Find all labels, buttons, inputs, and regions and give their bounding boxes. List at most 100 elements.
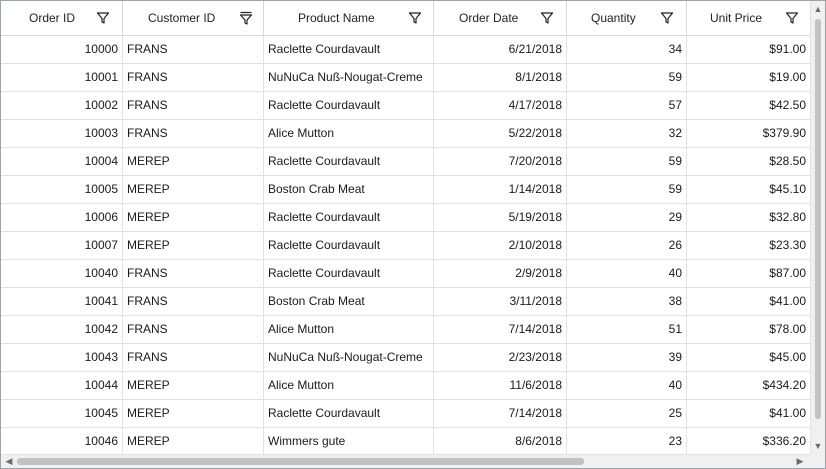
table-row[interactable]: 10004 MEREP Raclette Courdavault 7/20/2018 5… bbox=[1, 148, 810, 176]
cell-customer-id[interactable]: MEREP bbox=[123, 232, 264, 259]
cell-unit-price[interactable]: $87.00 bbox=[687, 260, 810, 287]
cell-customer-id[interactable]: MEREP bbox=[123, 148, 264, 175]
cell-quantity[interactable]: 38 bbox=[567, 288, 687, 315]
filter-funnel-icon[interactable] bbox=[660, 11, 674, 25]
cell-quantity[interactable]: 34 bbox=[567, 36, 687, 63]
table-row[interactable]: 10046 MEREP Wimmers gute 8/6/2018 23 $336.20 bbox=[1, 428, 810, 454]
column-header-quantity[interactable]: Quantity bbox=[567, 1, 687, 35]
cell-quantity[interactable]: 40 bbox=[567, 260, 687, 287]
column-header-product-name[interactable]: Product Name bbox=[264, 1, 434, 35]
cell-order-id[interactable]: 10007 bbox=[1, 232, 123, 259]
cell-customer-id[interactable]: FRANS bbox=[123, 64, 264, 91]
cell-product-name[interactable]: Alice Mutton bbox=[264, 372, 434, 399]
cell-order-id[interactable]: 10001 bbox=[1, 64, 123, 91]
column-header-order-date[interactable]: Order Date bbox=[434, 1, 567, 35]
cell-product-name[interactable]: Raclette Courdavault bbox=[264, 148, 434, 175]
cell-customer-id[interactable]: MEREP bbox=[123, 400, 264, 427]
cell-unit-price[interactable]: $78.00 bbox=[687, 316, 810, 343]
cell-customer-id[interactable]: FRANS bbox=[123, 288, 264, 315]
table-row[interactable]: 10001 FRANS NuNuCa Nuß-Nougat-Creme 8/1/201… bbox=[1, 64, 810, 92]
cell-unit-price[interactable]: $23.30 bbox=[687, 232, 810, 259]
cell-product-name[interactable]: Raclette Courdavault bbox=[264, 92, 434, 119]
cell-quantity[interactable]: 59 bbox=[567, 148, 687, 175]
cell-order-date[interactable]: 7/20/2018 bbox=[434, 148, 567, 175]
table-row[interactable]: 10005 MEREP Boston Crab Meat 1/14/2018 59 $45… bbox=[1, 176, 810, 204]
cell-order-id[interactable]: 10041 bbox=[1, 288, 123, 315]
cell-product-name[interactable]: NuNuCa Nuß-Nougat-Creme bbox=[264, 64, 434, 91]
cell-product-name[interactable]: Alice Mutton bbox=[264, 316, 434, 343]
cell-customer-id[interactable]: FRANS bbox=[123, 120, 264, 147]
cell-unit-price[interactable]: $45.10 bbox=[687, 176, 810, 203]
cell-customer-id[interactable]: MEREP bbox=[123, 372, 264, 399]
cell-order-id[interactable]: 10002 bbox=[1, 92, 123, 119]
filter-funnel-icon[interactable] bbox=[408, 11, 422, 25]
cell-customer-id[interactable]: MEREP bbox=[123, 428, 264, 454]
cell-unit-price[interactable]: $42.50 bbox=[687, 92, 810, 119]
cell-quantity[interactable]: 57 bbox=[567, 92, 687, 119]
vertical-scrollbar[interactable]: ▲ ▼ bbox=[810, 1, 825, 454]
cell-unit-price[interactable]: $336.20 bbox=[687, 428, 810, 454]
horizontal-scrollbar[interactable]: ◀ ▶ bbox=[1, 454, 810, 468]
cell-customer-id[interactable]: FRANS bbox=[123, 36, 264, 63]
table-row[interactable]: 10040 FRANS Raclette Courdavault 2/9/2018 40… bbox=[1, 260, 810, 288]
cell-order-date[interactable]: 5/19/2018 bbox=[434, 204, 567, 231]
cell-quantity[interactable]: 25 bbox=[567, 400, 687, 427]
cell-customer-id[interactable]: FRANS bbox=[123, 260, 264, 287]
cell-order-date[interactable]: 2/9/2018 bbox=[434, 260, 567, 287]
cell-order-id[interactable]: 10044 bbox=[1, 372, 123, 399]
cell-quantity[interactable]: 40 bbox=[567, 372, 687, 399]
cell-order-date[interactable]: 7/14/2018 bbox=[434, 400, 567, 427]
cell-order-date[interactable]: 1/14/2018 bbox=[434, 176, 567, 203]
scroll-down-arrow-icon[interactable]: ▼ bbox=[812, 441, 824, 451]
scroll-up-arrow-icon[interactable]: ▲ bbox=[812, 4, 824, 14]
column-header-customer-id[interactable]: Customer ID bbox=[123, 1, 264, 35]
cell-order-id[interactable]: 10000 bbox=[1, 36, 123, 63]
cell-customer-id[interactable]: FRANS bbox=[123, 316, 264, 343]
table-row[interactable]: 10002 FRANS Raclette Courdavault 4/17/2018 5… bbox=[1, 92, 810, 120]
cell-unit-price[interactable]: $32.80 bbox=[687, 204, 810, 231]
cell-order-id[interactable]: 10045 bbox=[1, 400, 123, 427]
table-row[interactable]: 10041 FRANS Boston Crab Meat 3/11/2018 38 $41… bbox=[1, 288, 810, 316]
cell-order-date[interactable]: 4/17/2018 bbox=[434, 92, 567, 119]
cell-product-name[interactable]: Raclette Courdavault bbox=[264, 36, 434, 63]
cell-product-name[interactable]: Raclette Courdavault bbox=[264, 204, 434, 231]
table-row[interactable]: 10043 FRANS NuNuCa Nuß-Nougat-Creme 2/23/20… bbox=[1, 344, 810, 372]
cell-order-date[interactable]: 3/11/2018 bbox=[434, 288, 567, 315]
column-header-order-id[interactable]: Order ID bbox=[1, 1, 123, 35]
cell-unit-price[interactable]: $19.00 bbox=[687, 64, 810, 91]
cell-customer-id[interactable]: FRANS bbox=[123, 92, 264, 119]
cell-unit-price[interactable]: $41.00 bbox=[687, 288, 810, 315]
cell-order-id[interactable]: 10004 bbox=[1, 148, 123, 175]
filter-active-icon[interactable] bbox=[239, 11, 253, 25]
cell-order-date[interactable]: 11/6/2018 bbox=[434, 372, 567, 399]
column-header-unit-price[interactable]: Unit Price bbox=[687, 1, 810, 35]
cell-unit-price[interactable]: $434.20 bbox=[687, 372, 810, 399]
cell-product-name[interactable]: Boston Crab Meat bbox=[264, 288, 434, 315]
cell-product-name[interactable]: Alice Mutton bbox=[264, 120, 434, 147]
cell-order-id[interactable]: 10040 bbox=[1, 260, 123, 287]
filter-funnel-icon[interactable] bbox=[785, 11, 799, 25]
cell-customer-id[interactable]: FRANS bbox=[123, 344, 264, 371]
cell-quantity[interactable]: 32 bbox=[567, 120, 687, 147]
cell-quantity[interactable]: 59 bbox=[567, 64, 687, 91]
filter-funnel-icon[interactable] bbox=[96, 11, 110, 25]
cell-product-name[interactable]: Boston Crab Meat bbox=[264, 176, 434, 203]
cell-order-date[interactable]: 8/1/2018 bbox=[434, 64, 567, 91]
table-row[interactable]: 10044 MEREP Alice Mutton 11/6/2018 40 $434.20 bbox=[1, 372, 810, 400]
cell-product-name[interactable]: Raclette Courdavault bbox=[264, 232, 434, 259]
cell-quantity[interactable]: 59 bbox=[567, 176, 687, 203]
cell-order-id[interactable]: 10043 bbox=[1, 344, 123, 371]
table-row[interactable]: 10007 MEREP Raclette Courdavault 2/10/2018 2… bbox=[1, 232, 810, 260]
cell-product-name[interactable]: Raclette Courdavault bbox=[264, 260, 434, 287]
cell-order-id[interactable]: 10005 bbox=[1, 176, 123, 203]
cell-quantity[interactable]: 29 bbox=[567, 204, 687, 231]
cell-order-date[interactable]: 2/10/2018 bbox=[434, 232, 567, 259]
cell-product-name[interactable]: NuNuCa Nuß-Nougat-Creme bbox=[264, 344, 434, 371]
cell-order-id[interactable]: 10003 bbox=[1, 120, 123, 147]
table-row[interactable]: 10000 FRANS Raclette Courdavault 6/21/2018 3… bbox=[1, 36, 810, 64]
table-row[interactable]: 10003 FRANS Alice Mutton 5/22/2018 32 $379.90 bbox=[1, 120, 810, 148]
cell-customer-id[interactable]: MEREP bbox=[123, 176, 264, 203]
scroll-left-arrow-icon[interactable]: ◀ bbox=[3, 456, 15, 466]
cell-customer-id[interactable]: MEREP bbox=[123, 204, 264, 231]
table-row[interactable]: 10006 MEREP Raclette Courdavault 5/19/2018 2… bbox=[1, 204, 810, 232]
